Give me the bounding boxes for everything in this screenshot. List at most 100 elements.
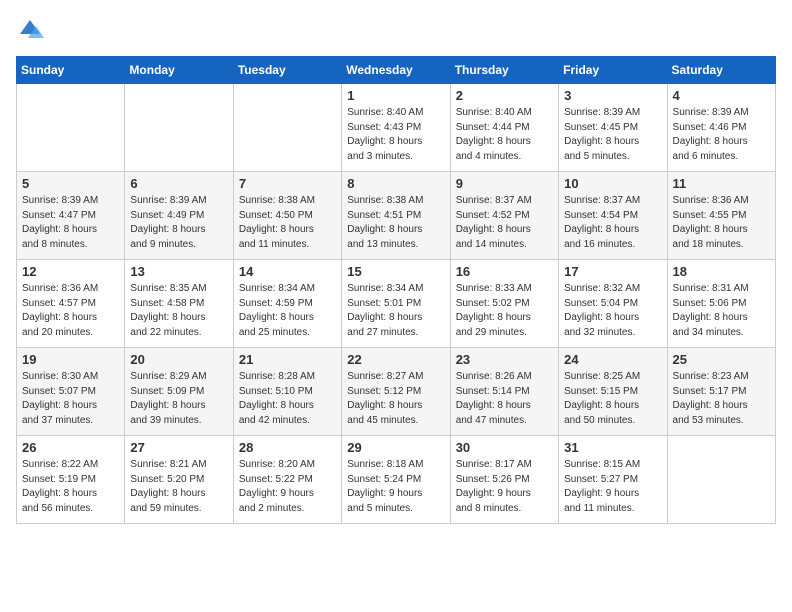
calendar-cell: 12 Sunrise: 8:36 AM Sunset: 4:57 PM Dayli… [17,260,125,348]
day-number: 16 [456,264,553,279]
calendar-cell: 1 Sunrise: 8:40 AM Sunset: 4:43 PM Daylig… [342,84,450,172]
day-info: Sunrise: 8:26 AM Sunset: 5:14 PM Dayligh… [456,370,553,428]
day-number: 5 [22,176,119,191]
day-number: 13 [130,264,227,279]
calendar-cell: 27 Sunrise: 8:21 AM Sunset: 5:20 PM Dayli… [125,436,233,524]
day-number: 4 [673,88,770,103]
calendar-week-row: 26 Sunrise: 8:22 AM Sunset: 5:19 PM Dayli… [17,436,776,524]
calendar-cell: 9Sunrise: 8:37 AM Sunset: 4:52 PM Daylig… [450,172,558,260]
day-number: 18 [673,264,770,279]
weekday-header-tuesday: Tuesday [233,57,341,84]
day-info: Sunrise: 8:27 AM Sunset: 5:12 PM Dayligh… [347,370,444,428]
day-info: Sunrise: 8:40 AM Sunset: 4:43 PM Dayligh… [347,106,444,164]
calendar-header: SundayMondayTuesdayWednesdayThursdayFrid… [17,57,776,84]
calendar-cell: 7Sunrise: 8:38 AM Sunset: 4:50 PM Daylig… [233,172,341,260]
day-info: Sunrise: 8:39 AM Sunset: 4:49 PM Dayligh… [130,194,227,252]
weekday-header-wednesday: Wednesday [342,57,450,84]
calendar-cell: 17 Sunrise: 8:32 AM Sunset: 5:04 PM Dayli… [559,260,667,348]
day-number: 31 [564,440,661,455]
day-number: 17 [564,264,661,279]
day-number: 15 [347,264,444,279]
day-number: 28 [239,440,336,455]
calendar-cell: 22 Sunrise: 8:27 AM Sunset: 5:12 PM Dayli… [342,348,450,436]
day-number: 22 [347,352,444,367]
day-info: Sunrise: 8:21 AM Sunset: 5:20 PM Dayligh… [130,458,227,516]
calendar-cell: 16 Sunrise: 8:33 AM Sunset: 5:02 PM Dayli… [450,260,558,348]
calendar-cell [17,84,125,172]
day-info: Sunrise: 8:15 AM Sunset: 5:27 PM Dayligh… [564,458,661,516]
day-info: Sunrise: 8:34 AM Sunset: 5:01 PM Dayligh… [347,282,444,340]
day-number: 6 [130,176,227,191]
day-number: 8 [347,176,444,191]
page-header [16,16,776,44]
logo [16,16,48,44]
calendar-cell: 30 Sunrise: 8:17 AM Sunset: 5:26 PM Dayli… [450,436,558,524]
day-number: 1 [347,88,444,103]
calendar-week-row: 5 Sunrise: 8:39 AM Sunset: 4:47 PM Daylig… [17,172,776,260]
day-info: Sunrise: 8:37 AM Sunset: 4:52 PM Dayligh… [456,194,553,252]
calendar-cell: 10 Sunrise: 8:37 AM Sunset: 4:54 PM Dayli… [559,172,667,260]
calendar-cell: 31 Sunrise: 8:15 AM Sunset: 5:27 PM Dayli… [559,436,667,524]
day-info: Sunrise: 8:39 AM Sunset: 4:47 PM Dayligh… [22,194,119,252]
calendar-cell: 14 Sunrise: 8:34 AM Sunset: 4:59 PM Dayli… [233,260,341,348]
day-number: 21 [239,352,336,367]
day-number: 30 [456,440,553,455]
calendar-cell: 20 Sunrise: 8:29 AM Sunset: 5:09 PM Dayli… [125,348,233,436]
day-info: Sunrise: 8:36 AM Sunset: 4:55 PM Dayligh… [673,194,770,252]
weekday-header-saturday: Saturday [667,57,775,84]
logo-icon [16,16,44,44]
day-number: 27 [130,440,227,455]
day-number: 26 [22,440,119,455]
day-info: Sunrise: 8:33 AM Sunset: 5:02 PM Dayligh… [456,282,553,340]
day-info: Sunrise: 8:22 AM Sunset: 5:19 PM Dayligh… [22,458,119,516]
day-info: Sunrise: 8:40 AM Sunset: 4:44 PM Dayligh… [456,106,553,164]
day-number: 11 [673,176,770,191]
day-info: Sunrise: 8:35 AM Sunset: 4:58 PM Dayligh… [130,282,227,340]
day-info: Sunrise: 8:38 AM Sunset: 4:50 PM Dayligh… [239,194,336,252]
calendar-cell: 3 Sunrise: 8:39 AM Sunset: 4:45 PM Daylig… [559,84,667,172]
day-info: Sunrise: 8:31 AM Sunset: 5:06 PM Dayligh… [673,282,770,340]
day-info: Sunrise: 8:34 AM Sunset: 4:59 PM Dayligh… [239,282,336,340]
calendar-cell: 29 Sunrise: 8:18 AM Sunset: 5:24 PM Dayli… [342,436,450,524]
weekday-header-friday: Friday [559,57,667,84]
calendar-cell: 23 Sunrise: 8:26 AM Sunset: 5:14 PM Dayli… [450,348,558,436]
calendar-cell: 28 Sunrise: 8:20 AM Sunset: 5:22 PM Dayli… [233,436,341,524]
day-info: Sunrise: 8:32 AM Sunset: 5:04 PM Dayligh… [564,282,661,340]
weekday-header-monday: Monday [125,57,233,84]
day-number: 12 [22,264,119,279]
day-number: 3 [564,88,661,103]
day-number: 24 [564,352,661,367]
calendar-cell: 21Sunrise: 8:28 AM Sunset: 5:10 PM Dayli… [233,348,341,436]
calendar-cell: 15 Sunrise: 8:34 AM Sunset: 5:01 PM Dayli… [342,260,450,348]
calendar-cell: 18 Sunrise: 8:31 AM Sunset: 5:06 PM Dayli… [667,260,775,348]
calendar-week-row: 12 Sunrise: 8:36 AM Sunset: 4:57 PM Dayli… [17,260,776,348]
day-info: Sunrise: 8:37 AM Sunset: 4:54 PM Dayligh… [564,194,661,252]
weekday-header-sunday: Sunday [17,57,125,84]
day-info: Sunrise: 8:17 AM Sunset: 5:26 PM Dayligh… [456,458,553,516]
day-info: Sunrise: 8:20 AM Sunset: 5:22 PM Dayligh… [239,458,336,516]
day-number: 20 [130,352,227,367]
calendar-cell [125,84,233,172]
day-number: 29 [347,440,444,455]
day-info: Sunrise: 8:25 AM Sunset: 5:15 PM Dayligh… [564,370,661,428]
day-info: Sunrise: 8:38 AM Sunset: 4:51 PM Dayligh… [347,194,444,252]
calendar-cell [667,436,775,524]
calendar-table: SundayMondayTuesdayWednesdayThursdayFrid… [16,56,776,524]
weekday-header-row: SundayMondayTuesdayWednesdayThursdayFrid… [17,57,776,84]
day-info: Sunrise: 8:18 AM Sunset: 5:24 PM Dayligh… [347,458,444,516]
calendar-week-row: 19Sunrise: 8:30 AM Sunset: 5:07 PM Dayli… [17,348,776,436]
day-number: 19 [22,352,119,367]
day-info: Sunrise: 8:29 AM Sunset: 5:09 PM Dayligh… [130,370,227,428]
day-number: 14 [239,264,336,279]
calendar-cell [233,84,341,172]
calendar-cell: 25Sunrise: 8:23 AM Sunset: 5:17 PM Dayli… [667,348,775,436]
calendar-week-row: 1 Sunrise: 8:40 AM Sunset: 4:43 PM Daylig… [17,84,776,172]
calendar-cell: 26 Sunrise: 8:22 AM Sunset: 5:19 PM Dayli… [17,436,125,524]
day-number: 23 [456,352,553,367]
day-info: Sunrise: 8:39 AM Sunset: 4:45 PM Dayligh… [564,106,661,164]
day-number: 10 [564,176,661,191]
day-info: Sunrise: 8:36 AM Sunset: 4:57 PM Dayligh… [22,282,119,340]
calendar-cell: 5 Sunrise: 8:39 AM Sunset: 4:47 PM Daylig… [17,172,125,260]
calendar-cell: 13 Sunrise: 8:35 AM Sunset: 4:58 PM Dayli… [125,260,233,348]
calendar-cell: 19Sunrise: 8:30 AM Sunset: 5:07 PM Dayli… [17,348,125,436]
